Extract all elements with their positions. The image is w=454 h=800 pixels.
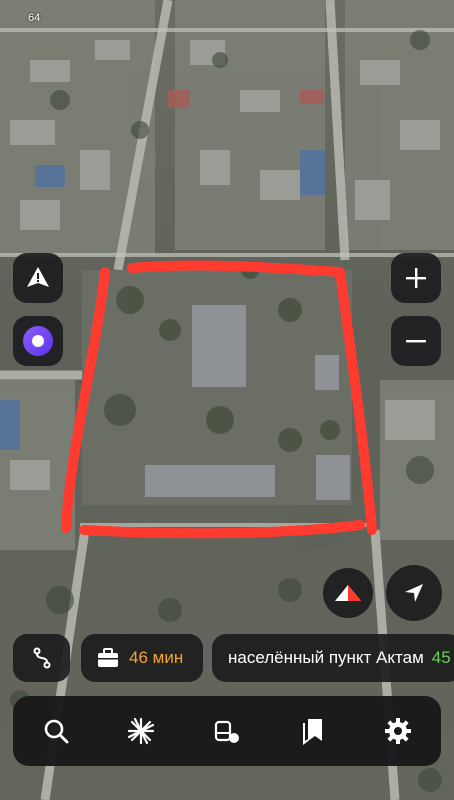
place-name: населённый пункт Актам xyxy=(228,648,424,667)
commute-time-value: 46 мин xyxy=(129,648,184,667)
alice-assistant-icon xyxy=(23,326,53,356)
my-location-button[interactable] xyxy=(386,565,442,621)
discovery-button[interactable] xyxy=(111,701,171,761)
alice-assistant-button[interactable] xyxy=(13,316,63,366)
settings-icon xyxy=(385,718,412,744)
briefcase-icon xyxy=(98,648,118,667)
transport-button[interactable] xyxy=(197,701,257,761)
search-button[interactable] xyxy=(26,701,86,761)
bookmarks-icon xyxy=(302,719,322,745)
route-button[interactable] xyxy=(13,634,70,682)
commute-time-chip[interactable]: 46 мин xyxy=(81,634,203,682)
discovery-icon xyxy=(128,717,155,745)
place-number: 45 xyxy=(431,648,451,667)
scale-label: 64 xyxy=(28,12,41,24)
compass-icon xyxy=(335,585,361,601)
route-icon xyxy=(33,647,50,669)
settings-button[interactable] xyxy=(368,701,428,761)
zoom-in-button[interactable] xyxy=(391,253,441,303)
compass-button[interactable] xyxy=(323,568,373,618)
road-alert-button[interactable] xyxy=(13,253,63,303)
search-icon xyxy=(44,719,69,744)
transport-icon xyxy=(214,720,239,743)
place-chip[interactable]: населённый пункт Актам 45 xyxy=(212,634,454,682)
plus-icon xyxy=(406,268,426,288)
alert-triangle-icon xyxy=(27,267,49,287)
bookmarks-button[interactable] xyxy=(283,701,343,761)
navigation-arrow-icon xyxy=(405,584,423,602)
minus-icon xyxy=(406,340,426,343)
bottom-toolbar xyxy=(13,696,441,766)
zoom-out-button[interactable] xyxy=(391,316,441,366)
